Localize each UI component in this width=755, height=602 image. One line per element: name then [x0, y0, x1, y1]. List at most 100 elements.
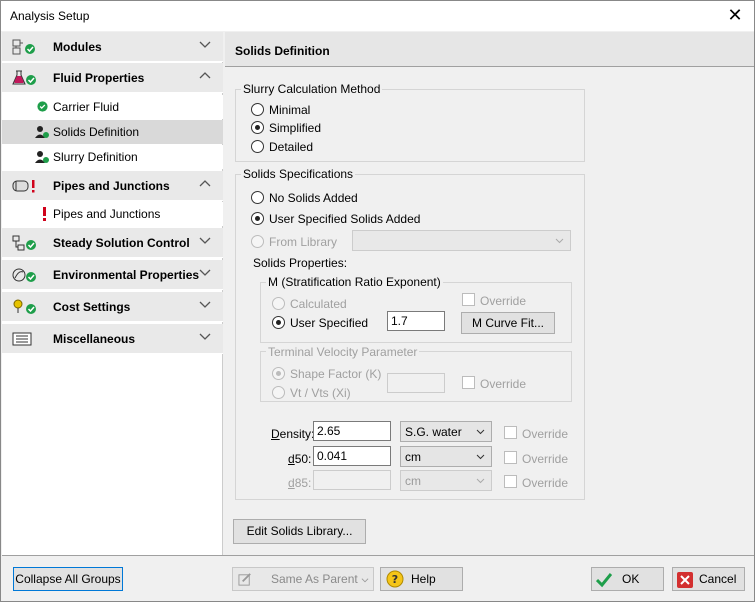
- checkbox-label: Override: [522, 452, 569, 466]
- help-icon: ?: [386, 570, 404, 588]
- same-as-parent-button[interactable]: Same As Parent: [232, 567, 374, 591]
- chevron-down-icon: [199, 333, 211, 340]
- radio-simplified[interactable]: [251, 121, 264, 134]
- radio-label: User Specified: [290, 316, 369, 330]
- misc-icon: [12, 332, 32, 346]
- radio-label: Simplified: [269, 121, 322, 135]
- help-button[interactable]: ? Help: [380, 567, 463, 591]
- ok-check-icon: [596, 573, 612, 588]
- radio-label: Vt / Vts (Xi): [290, 386, 351, 400]
- sidebar-item-solids-definition[interactable]: Solids Definition: [2, 120, 223, 144]
- sidebar-item-pipes-and-junctions[interactable]: Pipes and Junctions: [2, 202, 223, 226]
- chevron-down-icon: [476, 429, 485, 435]
- group-pipes-and-junctions[interactable]: Pipes and Junctions: [2, 171, 223, 201]
- sidebar-item-label: Slurry Definition: [53, 150, 138, 164]
- d50-override-checkbox[interactable]: [504, 451, 517, 464]
- terminal-override-checkbox[interactable]: [462, 376, 475, 389]
- group-label: Environmental Properties: [53, 268, 200, 282]
- sidebar-item-slurry-definition[interactable]: Slurry Definition: [2, 145, 223, 169]
- density-label-rest: ensity:: [279, 427, 315, 441]
- help-label: Help: [411, 572, 436, 586]
- group-steady-solution-control[interactable]: Steady Solution Control: [2, 228, 223, 258]
- radio-m-user-specified[interactable]: [272, 316, 285, 329]
- analysis-setup-window: Analysis Setup ✕ Modules Fluid Propertie…: [0, 0, 755, 602]
- radio-no-solids[interactable]: [251, 191, 264, 204]
- sidebar-item-carrier-fluid[interactable]: Carrier Fluid: [2, 95, 223, 119]
- panel-header: Solids Definition: [225, 32, 754, 67]
- fluid-flask-icon: [12, 70, 36, 85]
- chevron-down-icon: [476, 478, 485, 484]
- library-select[interactable]: [352, 230, 571, 251]
- density-unit-select[interactable]: S.G. water: [400, 421, 492, 442]
- m-override-checkbox[interactable]: [462, 293, 475, 306]
- solids-properties-label: Solids Properties:: [253, 256, 348, 270]
- m-value-input[interactable]: 1.7: [387, 311, 445, 331]
- group-miscellaneous[interactable]: Miscellaneous: [2, 324, 223, 354]
- chevron-down-icon: [199, 301, 211, 308]
- m-curve-fit-button[interactable]: M Curve Fit...: [461, 312, 555, 334]
- same-as-parent-label: Same As Parent: [271, 572, 358, 586]
- radio-user-specified-solids[interactable]: [251, 212, 264, 225]
- d50-unit-select[interactable]: cm: [400, 446, 492, 467]
- checkbox-label: Override: [522, 427, 569, 441]
- chevron-down-icon: [361, 578, 369, 583]
- modules-icon: [12, 39, 35, 55]
- chevron-down-icon: [199, 41, 211, 48]
- page-title: Solids Definition: [235, 44, 330, 58]
- chevron-up-icon: [199, 180, 211, 187]
- error-exclamation-icon: [43, 207, 46, 221]
- radio-m-calculated[interactable]: [272, 297, 285, 310]
- group-fluid-properties[interactable]: Fluid Properties: [2, 63, 223, 93]
- edit-solids-library-button[interactable]: Edit Solids Library...: [233, 519, 366, 544]
- ok-label: OK: [622, 572, 640, 586]
- group-label: Steady Solution Control: [53, 236, 190, 250]
- radio-label: Shape Factor (K): [290, 367, 382, 381]
- group-label: Modules: [53, 40, 102, 54]
- density-input[interactable]: 2.65: [313, 421, 391, 441]
- user-check-icon: [35, 151, 49, 163]
- radio-minimal[interactable]: [251, 103, 264, 116]
- cancel-button[interactable]: Cancel: [672, 567, 745, 591]
- density-override-checkbox[interactable]: [504, 426, 517, 439]
- group-modules[interactable]: Modules: [2, 32, 223, 62]
- density-label: Density:: [271, 427, 315, 441]
- radio-label: Calculated: [290, 297, 347, 311]
- radio-from-library[interactable]: [251, 235, 264, 248]
- window-title: Analysis Setup: [10, 9, 90, 23]
- chevron-down-icon: [199, 269, 211, 276]
- radio-detailed[interactable]: [251, 140, 264, 153]
- radio-vt-vts[interactable]: [272, 386, 285, 399]
- d50-input[interactable]: 0.041: [313, 446, 391, 466]
- cancel-label: Cancel: [699, 572, 737, 586]
- radio-label: User Specified Solids Added: [269, 212, 421, 226]
- d85-input[interactable]: [313, 470, 391, 490]
- terminal-velocity-legend: Terminal Velocity Parameter: [266, 345, 420, 359]
- select-value: cm: [405, 474, 421, 488]
- ok-button[interactable]: OK: [591, 567, 664, 591]
- group-label: Fluid Properties: [53, 71, 145, 85]
- sidebar-item-label: Carrier Fluid: [53, 100, 120, 114]
- pipe-icon: [12, 180, 35, 193]
- cost-icon: [13, 299, 36, 314]
- checkbox-label: Override: [480, 294, 527, 308]
- d85-override-checkbox[interactable]: [504, 475, 517, 488]
- chevron-up-icon: [199, 72, 211, 79]
- collapse-all-groups-button[interactable]: Collapse All Groups: [13, 567, 123, 591]
- svg-text:?: ?: [392, 573, 398, 586]
- user-check-icon: [35, 126, 49, 138]
- radio-shape-factor[interactable]: [272, 367, 285, 380]
- d85-unit-select[interactable]: cm: [400, 470, 492, 491]
- check-circle-icon: [37, 101, 48, 112]
- terminal-value-input[interactable]: [387, 373, 445, 393]
- chevron-down-icon: [199, 237, 211, 244]
- footer-bar: Collapse All Groups Same As Parent ? Hel…: [2, 555, 754, 601]
- group-label: Cost Settings: [53, 300, 131, 314]
- checkbox-label: Override: [480, 377, 527, 391]
- d85-label-rest: 85:: [294, 476, 312, 490]
- sidebar-item-label: Pipes and Junctions: [53, 207, 161, 221]
- slurry-method-legend: Slurry Calculation Method: [241, 82, 383, 96]
- group-cost-settings[interactable]: Cost Settings: [2, 292, 223, 322]
- sidebar-item-label: Solids Definition: [53, 125, 140, 139]
- close-icon[interactable]: ✕: [724, 4, 746, 26]
- group-environmental-properties[interactable]: Environmental Properties: [2, 260, 223, 290]
